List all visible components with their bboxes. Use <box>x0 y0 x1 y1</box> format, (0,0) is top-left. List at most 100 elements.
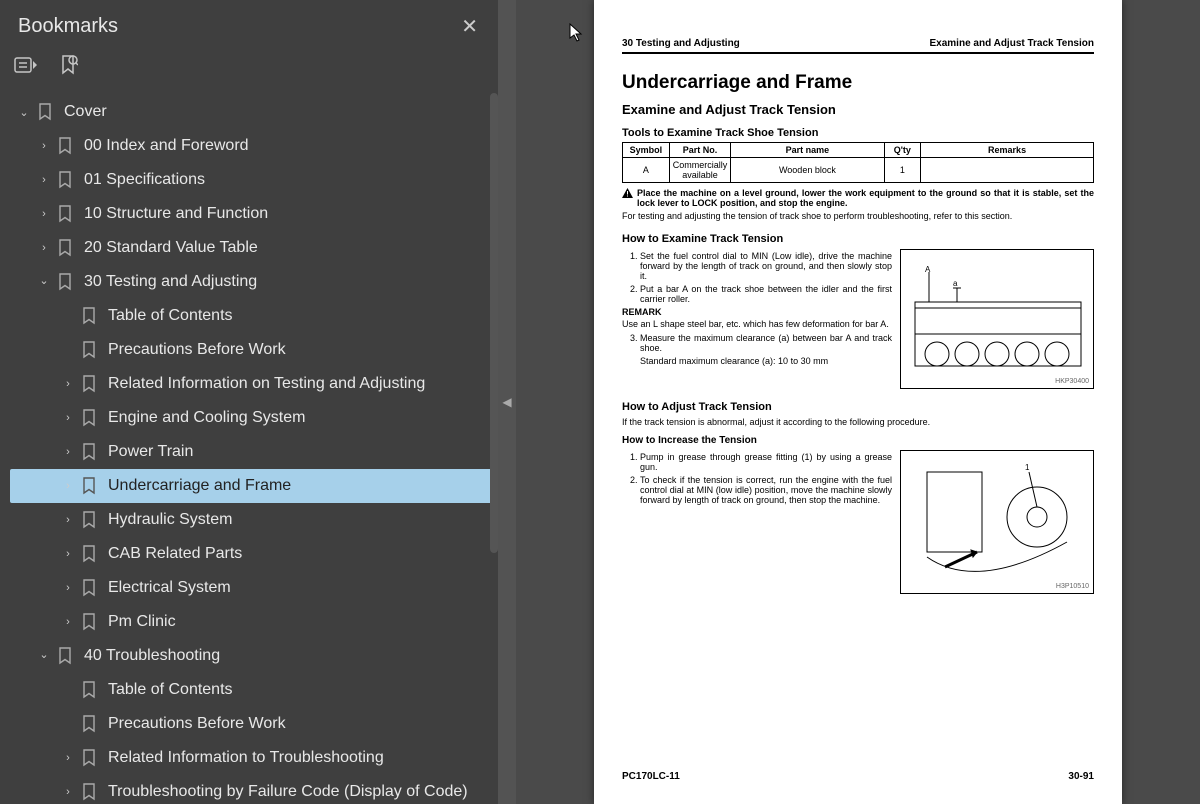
bookmark-label: Precautions Before Work <box>108 715 286 733</box>
bookmark-label: CAB Related Parts <box>108 545 242 563</box>
svg-text:1: 1 <box>1025 463 1030 472</box>
figure-1: A a HKP30400 <box>900 249 1094 389</box>
bookmark-icon <box>81 681 97 699</box>
bookmark-item[interactable]: ›Hydraulic System <box>10 503 498 537</box>
bookmark-item[interactable]: ›Electrical System <box>10 571 498 605</box>
bookmark-item[interactable]: ›00 Index and Foreword <box>10 129 498 163</box>
bookmark-label: Troubleshooting by Failure Code (Display… <box>108 783 468 801</box>
bookmark-icon <box>81 783 97 801</box>
bookmark-icon <box>81 715 97 733</box>
bookmark-item[interactable]: ›CAB Related Parts <box>10 537 498 571</box>
bookmark-item[interactable]: ›20 Standard Value Table <box>10 231 498 265</box>
bookmark-icon <box>81 749 97 767</box>
bookmark-icon <box>81 545 97 563</box>
adjust-body: If the track tension is abnormal, adjust… <box>622 417 1094 427</box>
bookmark-root[interactable]: ⌄ Cover <box>10 95 498 129</box>
bookmark-item[interactable]: ›10 Structure and Function <box>10 197 498 231</box>
bookmark-item[interactable]: Table of Contents <box>10 299 498 333</box>
bookmark-item[interactable]: ⌄40 Troubleshooting <box>10 639 498 673</box>
bookmark-item[interactable]: Table of Contents <box>10 673 498 707</box>
bookmark-label: Power Train <box>108 443 193 461</box>
page-header-left: 30 Testing and Adjusting <box>622 38 740 49</box>
bookmark-icon <box>81 443 97 461</box>
examine-steps: Set the fuel control dial to MIN (Low id… <box>622 251 892 304</box>
bookmark-label: Pm Clinic <box>108 613 176 631</box>
footer-page: 30-91 <box>1068 771 1094 782</box>
bookmark-label: 10 Structure and Function <box>84 205 268 223</box>
adjust-heading: How to Adjust Track Tension <box>622 401 1094 413</box>
bookmark-icon <box>81 375 97 393</box>
bookmark-label: Table of Contents <box>108 681 233 699</box>
bookmark-item[interactable]: ⌄30 Testing and Adjusting <box>10 265 498 299</box>
bookmark-label: Electrical System <box>108 579 231 597</box>
bookmark-item[interactable]: ›Related Information on Testing and Adju… <box>10 367 498 401</box>
find-bookmark-icon[interactable] <box>58 54 78 81</box>
warning-text: Place the machine on a level ground, low… <box>637 188 1094 208</box>
bookmark-icon <box>37 103 53 121</box>
bookmark-item[interactable]: ›Troubleshooting by Failure Code (Displa… <box>10 775 498 804</box>
bookmark-label: Table of Contents <box>108 307 233 325</box>
bookmark-label: Related Information to Troubleshooting <box>108 749 384 767</box>
document-viewer[interactable]: 30 Testing and Adjusting Examine and Adj… <box>516 0 1200 804</box>
remark-text: Use an L shape steel bar, etc. which has… <box>622 319 892 329</box>
section-title: Examine and Adjust Track Tension <box>622 102 1094 117</box>
svg-text:a: a <box>953 279 958 288</box>
remark-label: REMARK <box>622 307 892 317</box>
bookmark-icon <box>57 273 73 291</box>
page-header-right: Examine and Adjust Track Tension <box>930 38 1095 49</box>
footer-model: PC170LC-11 <box>622 771 680 782</box>
bookmark-label: 00 Index and Foreword <box>84 137 249 155</box>
warning-icon <box>622 188 632 198</box>
bookmark-icon <box>57 171 73 189</box>
close-icon[interactable]: ✕ <box>453 10 486 43</box>
bookmark-icon <box>57 137 73 155</box>
bookmark-icon <box>81 613 97 631</box>
panel-divider[interactable]: ◀ <box>498 0 516 804</box>
increase-heading: How to Increase the Tension <box>622 435 1094 446</box>
scrollbar[interactable] <box>490 93 498 553</box>
svg-text:A: A <box>925 265 931 274</box>
examine-heading: How to Examine Track Tension <box>622 233 1094 245</box>
bookmark-label: Engine and Cooling System <box>108 409 305 427</box>
bookmark-icon <box>81 477 97 495</box>
bookmark-item[interactable]: ›Pm Clinic <box>10 605 498 639</box>
tools-title: Tools to Examine Track Shoe Tension <box>622 127 1094 139</box>
standard-clearance: Standard maximum clearance (a): 10 to 30… <box>640 356 892 366</box>
bookmark-icon <box>81 579 97 597</box>
intro-text: For testing and adjusting the tension of… <box>622 211 1094 221</box>
bookmark-icon <box>81 307 97 325</box>
options-icon[interactable] <box>14 54 40 81</box>
bookmark-label: 30 Testing and Adjusting <box>84 273 257 291</box>
bookmark-label: 20 Standard Value Table <box>84 239 258 257</box>
bookmark-tree[interactable]: ⌄ Cover ›00 Index and Foreword›01 Specif… <box>0 91 498 804</box>
bookmark-icon <box>81 409 97 427</box>
bookmark-label: Related Information on Testing and Adjus… <box>108 375 425 393</box>
bookmark-label: Hydraulic System <box>108 511 232 529</box>
bookmark-label: Precautions Before Work <box>108 341 286 359</box>
bookmark-item[interactable]: Precautions Before Work <box>10 707 498 741</box>
bookmark-label: 40 Troubleshooting <box>84 647 220 665</box>
bookmark-item[interactable]: ›Related Information to Troubleshooting <box>10 741 498 775</box>
bookmark-item[interactable]: Precautions Before Work <box>10 333 498 367</box>
bookmarks-panel: Bookmarks ✕ ⌄ Cover <box>0 0 498 804</box>
bookmark-item[interactable]: ›01 Specifications <box>10 163 498 197</box>
panel-title: Bookmarks <box>18 15 118 38</box>
bookmark-icon <box>81 511 97 529</box>
bookmark-label: Undercarriage and Frame <box>108 477 291 495</box>
bookmark-label: Cover <box>64 103 107 121</box>
figure-2: 1 H3P10510 <box>900 450 1094 594</box>
bookmark-icon <box>57 239 73 257</box>
tools-table: SymbolPart No.Part nameQ'tyRemarks AComm… <box>622 142 1094 183</box>
bookmark-item[interactable]: ›Power Train <box>10 435 498 469</box>
bookmark-item[interactable]: ›Undercarriage and Frame <box>10 469 498 503</box>
mouse-cursor <box>569 23 585 48</box>
bookmark-icon <box>81 341 97 359</box>
bookmark-label: 01 Specifications <box>84 171 205 189</box>
bookmark-item[interactable]: ›Engine and Cooling System <box>10 401 498 435</box>
bookmark-icon <box>57 205 73 223</box>
collapse-icon[interactable]: ◀ <box>502 395 511 409</box>
examine-steps-cont: Measure the maximum clearance (a) betwee… <box>622 333 892 353</box>
bookmark-icon <box>57 647 73 665</box>
increase-steps: Pump in grease through grease fitting (1… <box>622 452 892 505</box>
page-title: Undercarriage and Frame <box>622 72 1094 94</box>
